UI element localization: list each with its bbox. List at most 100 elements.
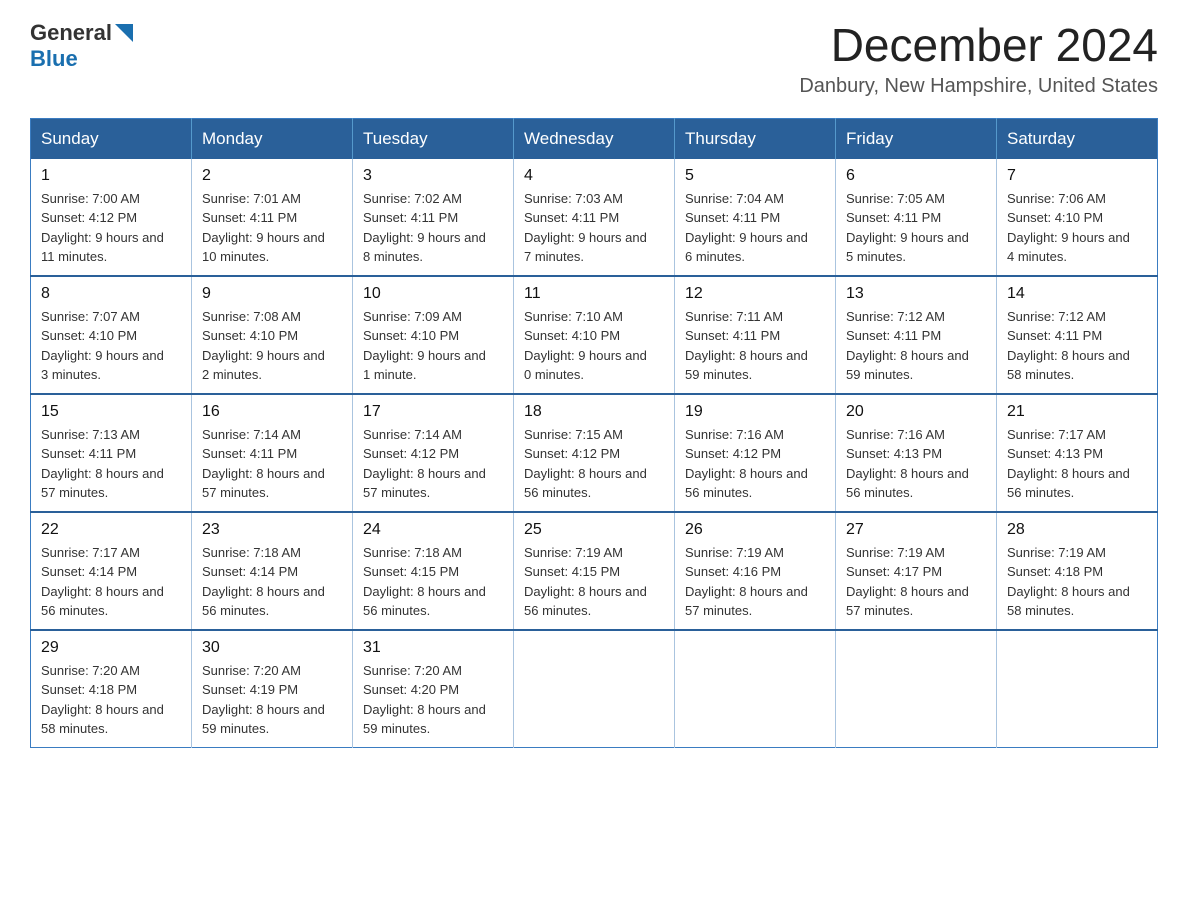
day-number: 18: [524, 403, 664, 421]
day-number: 27: [846, 521, 986, 539]
day-number: 1: [41, 167, 181, 185]
calendar-day-cell: 25 Sunrise: 7:19 AM Sunset: 4:15 PM Dayl…: [514, 512, 675, 630]
day-info: Sunrise: 7:19 AM Sunset: 4:15 PM Dayligh…: [524, 543, 664, 621]
calendar-week-row: 22 Sunrise: 7:17 AM Sunset: 4:14 PM Dayl…: [31, 512, 1158, 630]
calendar-week-row: 1 Sunrise: 7:00 AM Sunset: 4:12 PM Dayli…: [31, 159, 1158, 276]
day-info: Sunrise: 7:15 AM Sunset: 4:12 PM Dayligh…: [524, 425, 664, 503]
day-info: Sunrise: 7:12 AM Sunset: 4:11 PM Dayligh…: [846, 307, 986, 385]
logo-triangle-icon: [115, 24, 133, 42]
calendar-day-cell: 3 Sunrise: 7:02 AM Sunset: 4:11 PM Dayli…: [353, 159, 514, 276]
day-info: Sunrise: 7:14 AM Sunset: 4:11 PM Dayligh…: [202, 425, 342, 503]
calendar-day-cell: 1 Sunrise: 7:00 AM Sunset: 4:12 PM Dayli…: [31, 159, 192, 276]
day-number: 20: [846, 403, 986, 421]
calendar-day-cell: 9 Sunrise: 7:08 AM Sunset: 4:10 PM Dayli…: [192, 276, 353, 394]
weekday-header-friday: Friday: [836, 118, 997, 159]
day-number: 7: [1007, 167, 1147, 185]
page-header: General Blue December 2024 Danbury, New …: [30, 20, 1158, 98]
calendar-day-cell: 14 Sunrise: 7:12 AM Sunset: 4:11 PM Dayl…: [997, 276, 1158, 394]
day-number: 16: [202, 403, 342, 421]
day-number: 15: [41, 403, 181, 421]
day-number: 10: [363, 285, 503, 303]
day-number: 28: [1007, 521, 1147, 539]
day-info: Sunrise: 7:17 AM Sunset: 4:14 PM Dayligh…: [41, 543, 181, 621]
weekday-header-sunday: Sunday: [31, 118, 192, 159]
calendar-day-cell: 27 Sunrise: 7:19 AM Sunset: 4:17 PM Dayl…: [836, 512, 997, 630]
day-info: Sunrise: 7:19 AM Sunset: 4:16 PM Dayligh…: [685, 543, 825, 621]
calendar-day-cell: 4 Sunrise: 7:03 AM Sunset: 4:11 PM Dayli…: [514, 159, 675, 276]
weekday-header-saturday: Saturday: [997, 118, 1158, 159]
day-info: Sunrise: 7:04 AM Sunset: 4:11 PM Dayligh…: [685, 189, 825, 267]
calendar-table: SundayMondayTuesdayWednesdayThursdayFrid…: [30, 118, 1158, 748]
day-number: 9: [202, 285, 342, 303]
day-number: 11: [524, 285, 664, 303]
calendar-day-cell: 8 Sunrise: 7:07 AM Sunset: 4:10 PM Dayli…: [31, 276, 192, 394]
day-info: Sunrise: 7:17 AM Sunset: 4:13 PM Dayligh…: [1007, 425, 1147, 503]
day-info: Sunrise: 7:20 AM Sunset: 4:20 PM Dayligh…: [363, 661, 503, 739]
weekday-header-monday: Monday: [192, 118, 353, 159]
calendar-day-cell: 17 Sunrise: 7:14 AM Sunset: 4:12 PM Dayl…: [353, 394, 514, 512]
day-number: 12: [685, 285, 825, 303]
calendar-day-cell: 29 Sunrise: 7:20 AM Sunset: 4:18 PM Dayl…: [31, 630, 192, 748]
logo: General Blue: [30, 20, 133, 72]
calendar-subtitle: Danbury, New Hampshire, United States: [799, 75, 1158, 98]
weekday-header-tuesday: Tuesday: [353, 118, 514, 159]
day-number: 26: [685, 521, 825, 539]
calendar-day-cell: 31 Sunrise: 7:20 AM Sunset: 4:20 PM Dayl…: [353, 630, 514, 748]
weekday-header-thursday: Thursday: [675, 118, 836, 159]
day-number: 30: [202, 639, 342, 657]
title-section: December 2024 Danbury, New Hampshire, Un…: [799, 20, 1158, 98]
calendar-week-row: 29 Sunrise: 7:20 AM Sunset: 4:18 PM Dayl…: [31, 630, 1158, 748]
calendar-empty-cell: [514, 630, 675, 748]
day-number: 25: [524, 521, 664, 539]
day-info: Sunrise: 7:08 AM Sunset: 4:10 PM Dayligh…: [202, 307, 342, 385]
day-info: Sunrise: 7:14 AM Sunset: 4:12 PM Dayligh…: [363, 425, 503, 503]
day-info: Sunrise: 7:00 AM Sunset: 4:12 PM Dayligh…: [41, 189, 181, 267]
day-info: Sunrise: 7:11 AM Sunset: 4:11 PM Dayligh…: [685, 307, 825, 385]
calendar-day-cell: 13 Sunrise: 7:12 AM Sunset: 4:11 PM Dayl…: [836, 276, 997, 394]
calendar-empty-cell: [675, 630, 836, 748]
logo-blue-text: Blue: [30, 46, 78, 71]
calendar-day-cell: 7 Sunrise: 7:06 AM Sunset: 4:10 PM Dayli…: [997, 159, 1158, 276]
day-number: 5: [685, 167, 825, 185]
day-info: Sunrise: 7:05 AM Sunset: 4:11 PM Dayligh…: [846, 189, 986, 267]
day-number: 13: [846, 285, 986, 303]
day-number: 2: [202, 167, 342, 185]
calendar-day-cell: 11 Sunrise: 7:10 AM Sunset: 4:10 PM Dayl…: [514, 276, 675, 394]
day-info: Sunrise: 7:18 AM Sunset: 4:15 PM Dayligh…: [363, 543, 503, 621]
calendar-day-cell: 15 Sunrise: 7:13 AM Sunset: 4:11 PM Dayl…: [31, 394, 192, 512]
day-number: 4: [524, 167, 664, 185]
day-number: 19: [685, 403, 825, 421]
calendar-day-cell: 20 Sunrise: 7:16 AM Sunset: 4:13 PM Dayl…: [836, 394, 997, 512]
day-info: Sunrise: 7:06 AM Sunset: 4:10 PM Dayligh…: [1007, 189, 1147, 267]
day-info: Sunrise: 7:20 AM Sunset: 4:19 PM Dayligh…: [202, 661, 342, 739]
day-info: Sunrise: 7:16 AM Sunset: 4:13 PM Dayligh…: [846, 425, 986, 503]
day-info: Sunrise: 7:19 AM Sunset: 4:18 PM Dayligh…: [1007, 543, 1147, 621]
calendar-day-cell: 10 Sunrise: 7:09 AM Sunset: 4:10 PM Dayl…: [353, 276, 514, 394]
weekday-header-wednesday: Wednesday: [514, 118, 675, 159]
calendar-day-cell: 26 Sunrise: 7:19 AM Sunset: 4:16 PM Dayl…: [675, 512, 836, 630]
day-info: Sunrise: 7:03 AM Sunset: 4:11 PM Dayligh…: [524, 189, 664, 267]
calendar-empty-cell: [997, 630, 1158, 748]
calendar-week-row: 15 Sunrise: 7:13 AM Sunset: 4:11 PM Dayl…: [31, 394, 1158, 512]
day-info: Sunrise: 7:07 AM Sunset: 4:10 PM Dayligh…: [41, 307, 181, 385]
calendar-title: December 2024: [799, 20, 1158, 71]
calendar-day-cell: 5 Sunrise: 7:04 AM Sunset: 4:11 PM Dayli…: [675, 159, 836, 276]
day-number: 22: [41, 521, 181, 539]
day-number: 23: [202, 521, 342, 539]
calendar-day-cell: 30 Sunrise: 7:20 AM Sunset: 4:19 PM Dayl…: [192, 630, 353, 748]
logo-general-text: General: [30, 20, 112, 46]
calendar-day-cell: 6 Sunrise: 7:05 AM Sunset: 4:11 PM Dayli…: [836, 159, 997, 276]
day-number: 29: [41, 639, 181, 657]
calendar-day-cell: 24 Sunrise: 7:18 AM Sunset: 4:15 PM Dayl…: [353, 512, 514, 630]
calendar-week-row: 8 Sunrise: 7:07 AM Sunset: 4:10 PM Dayli…: [31, 276, 1158, 394]
day-number: 17: [363, 403, 503, 421]
calendar-day-cell: 19 Sunrise: 7:16 AM Sunset: 4:12 PM Dayl…: [675, 394, 836, 512]
calendar-day-cell: 23 Sunrise: 7:18 AM Sunset: 4:14 PM Dayl…: [192, 512, 353, 630]
day-number: 31: [363, 639, 503, 657]
weekday-header-row: SundayMondayTuesdayWednesdayThursdayFrid…: [31, 118, 1158, 159]
day-info: Sunrise: 7:01 AM Sunset: 4:11 PM Dayligh…: [202, 189, 342, 267]
day-info: Sunrise: 7:19 AM Sunset: 4:17 PM Dayligh…: [846, 543, 986, 621]
day-info: Sunrise: 7:02 AM Sunset: 4:11 PM Dayligh…: [363, 189, 503, 267]
day-number: 8: [41, 285, 181, 303]
day-info: Sunrise: 7:16 AM Sunset: 4:12 PM Dayligh…: [685, 425, 825, 503]
